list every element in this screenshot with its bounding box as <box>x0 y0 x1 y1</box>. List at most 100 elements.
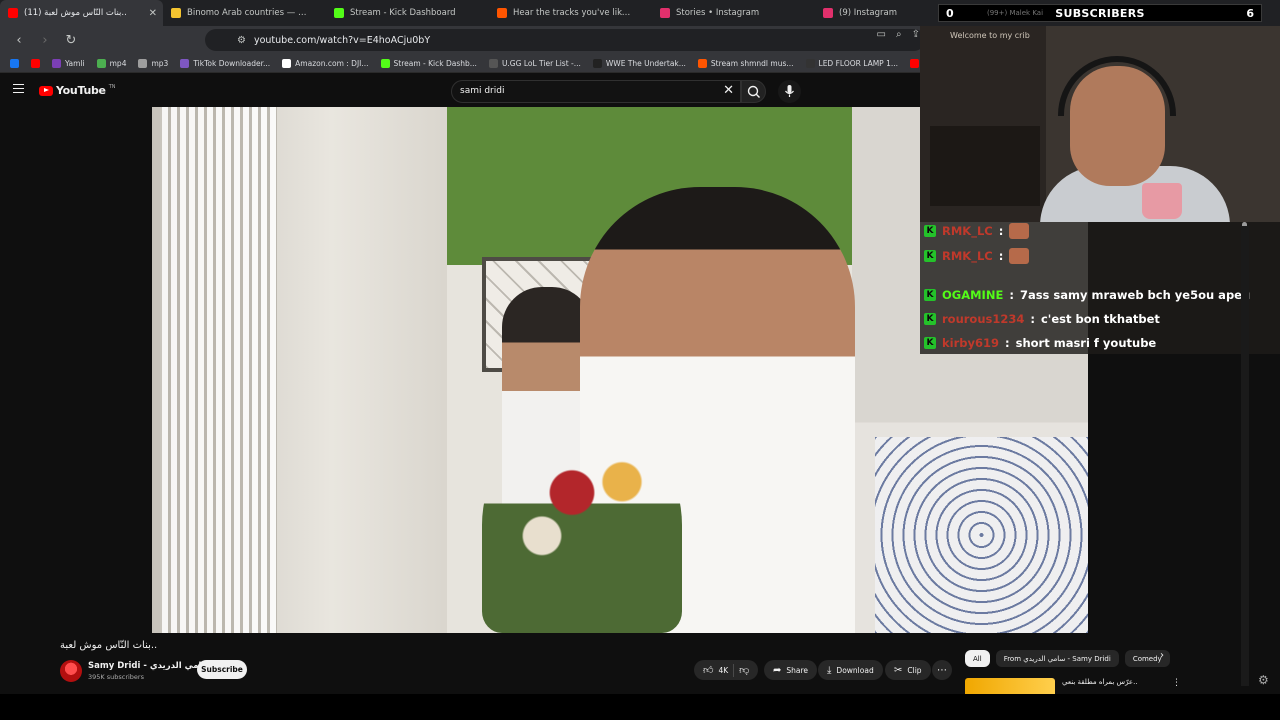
chat-message: K RMK_LC : <box>920 245 1280 267</box>
kick-badge-icon: K <box>924 225 936 237</box>
stream-chat-overlay: K RMK_LC : K RMK_LC : K OGAMINE : 7ass s… <box>920 222 1280 354</box>
tab-soundcloud[interactable]: Hear the tracks you've liked: on <box>489 0 652 26</box>
tiktok-icon <box>180 58 190 68</box>
subscriber-goal-bar: 0 (99+) Malek Kai SUBSCRIBERS 6 <box>938 4 1262 22</box>
search-button[interactable] <box>741 80 766 103</box>
url-text: youtube.com/watch?v=E4hoACju0bY <box>253 34 431 46</box>
chip-from-channel[interactable]: From سامي الدريدي - Samy Dridi <box>995 650 1119 667</box>
chat-colon: : <box>1005 336 1010 350</box>
clear-search-icon[interactable]: ✕ <box>723 83 734 98</box>
bookmark-youtube[interactable] <box>27 58 44 68</box>
bookmark-mp3[interactable]: mp3 <box>134 58 172 68</box>
cam-sign-text: Welcome to my crib <box>950 31 1030 40</box>
bookmark-label: LED FLOOR LAMP 1... <box>818 58 899 68</box>
bookmark-mp4[interactable]: mp4 <box>93 58 131 68</box>
chat-message: K kirby619 : short masri f youtube <box>920 332 1280 354</box>
kebab-menu-icon[interactable]: ⋮ <box>1172 678 1181 688</box>
avatar[interactable] <box>60 660 82 682</box>
bookmark-yamli[interactable]: Yamli <box>48 58 89 68</box>
video-scene-bouquet <box>482 417 682 633</box>
kick-badge-icon: K <box>924 250 936 262</box>
bookmark-soundcloud[interactable]: Stream shmndl mus... <box>694 58 798 68</box>
youtube-logo[interactable]: YouTube TN <box>39 84 116 97</box>
subscribe-button[interactable]: Subscribe <box>197 660 247 679</box>
chat-colon: : <box>998 249 1004 263</box>
bookmark-amazon[interactable]: Amazon.com : DJI... <box>278 58 372 68</box>
bookmark-ugg[interactable]: U.GG LoL Tier List -... <box>485 58 585 68</box>
logo-wordmark: YouTube <box>56 84 106 97</box>
thumbs-down-icon[interactable]: 👎︎ <box>739 664 749 676</box>
download-label: Download <box>836 665 874 675</box>
search-query-text: sami dridi <box>460 86 505 96</box>
chat-message: K OGAMINE : 7ass samy mraweb bch ye5ou a… <box>920 284 1280 306</box>
share-label: Share <box>786 665 809 675</box>
related-filter-chips: All From سامي الدريدي - Samy Dridi Comed… <box>965 650 1170 667</box>
clip-button[interactable]: ✂ Clip <box>885 660 931 680</box>
clip-label: Clip <box>907 665 922 675</box>
youtube-icon <box>910 58 920 68</box>
streamer-webcam: Welcome to my crib <box>920 26 1280 222</box>
thumbs-up-icon[interactable]: 👍︎ <box>703 664 713 676</box>
kick-favicon-icon <box>334 8 344 18</box>
channel-name[interactable]: Samy Dridi - سامي الدريدي <box>88 661 210 671</box>
close-icon[interactable]: ✕ <box>149 8 157 19</box>
chat-username: OGAMINE <box>942 288 1004 302</box>
bookmark-label: Stream - Kick Dashb... <box>393 58 477 68</box>
kick-icon <box>380 58 390 68</box>
search-input[interactable]: sami dridi ✕ <box>451 80 741 103</box>
tab-title: Stories • Instagram <box>676 8 760 18</box>
recommendation-title[interactable]: عرّس بمراه مطلقة بنعي.. <box>1062 678 1138 686</box>
share-icon[interactable]: ⇪ <box>912 29 920 40</box>
bookmark-label: Stream shmndl mus... <box>710 58 794 68</box>
gear-icon[interactable]: ⚙ <box>1258 673 1269 687</box>
download-button[interactable]: ⤓ Download <box>818 660 883 680</box>
menu-icon[interactable] <box>13 84 24 93</box>
reload-icon[interactable]: ↻ <box>60 29 82 51</box>
sub-goal-target: 6 <box>1246 6 1254 20</box>
bookmark-label: Amazon.com : DJI... <box>295 58 369 68</box>
bookmark-label: mp3 <box>151 58 169 68</box>
bookmark-facebook[interactable] <box>6 58 23 68</box>
address-bar[interactable]: ⚙ youtube.com/watch?v=E4hoACju0bY <box>205 29 925 51</box>
bookmark-label: TikTok Downloader... <box>193 58 271 68</box>
tab-youtube[interactable]: (11) بنات النّاس موش لعبة.. ✕ <box>0 0 163 26</box>
soundcloud-icon <box>697 58 707 68</box>
recommendation-thumbnail[interactable] <box>965 678 1055 694</box>
voice-search-button[interactable] <box>778 80 801 103</box>
page-scrollbar-track[interactable] <box>1241 226 1249 686</box>
sub-goal-label: SUBSCRIBERS <box>1055 6 1145 20</box>
instagram-favicon-icon <box>823 8 833 18</box>
cast-icon[interactable]: ▭ <box>877 29 886 40</box>
share-button[interactable]: ➦ Share <box>764 660 818 680</box>
site-info-icon[interactable]: ⚙ <box>237 35 246 46</box>
amazon-icon <box>282 58 292 68</box>
kick-badge-icon: K <box>924 289 936 301</box>
video-scene-door-grille <box>162 107 277 633</box>
cam-shelf <box>930 126 1040 206</box>
tab-title: Binomo Arab countries — official site <box>187 8 307 18</box>
chat-message: K RMK_LC : <box>920 220 1280 242</box>
chat-colon: : <box>1030 312 1035 326</box>
tab-instagram-stories[interactable]: Stories • Instagram <box>652 0 815 26</box>
like-count[interactable]: 4K <box>718 666 728 675</box>
tab-kick-dashboard[interactable]: Stream - Kick Dashboard <box>326 0 489 26</box>
toolbar-actions: ▭ ⌕ ⇪ <box>877 29 920 40</box>
chip-all[interactable]: All <box>965 650 990 667</box>
zoom-icon[interactable]: ⌕ <box>896 29 902 40</box>
bookmark-tiktok[interactable]: TikTok Downloader... <box>176 58 274 68</box>
forward-icon[interactable]: › <box>34 29 56 51</box>
wwe-icon <box>592 58 602 68</box>
binomo-favicon-icon <box>171 8 181 18</box>
chevron-right-icon[interactable]: › <box>1160 650 1164 661</box>
bookmark-label: mp4 <box>109 58 127 68</box>
bookmark-label: U.GG LoL Tier List -... <box>501 58 581 68</box>
bookmark-wwe[interactable]: WWE The Undertak... <box>589 58 690 68</box>
back-icon[interactable]: ‹ <box>8 29 30 51</box>
bookmark-led-lamp[interactable]: LED FLOOR LAMP 1... <box>802 58 903 68</box>
download-icon <box>96 58 106 68</box>
bookmark-kick[interactable]: Stream - Kick Dashb... <box>377 58 481 68</box>
tab-binomo[interactable]: Binomo Arab countries — official site <box>163 0 326 26</box>
more-actions-icon[interactable]: ⋯ <box>932 660 952 680</box>
yamli-icon <box>52 58 61 68</box>
lamp-icon <box>805 58 815 68</box>
